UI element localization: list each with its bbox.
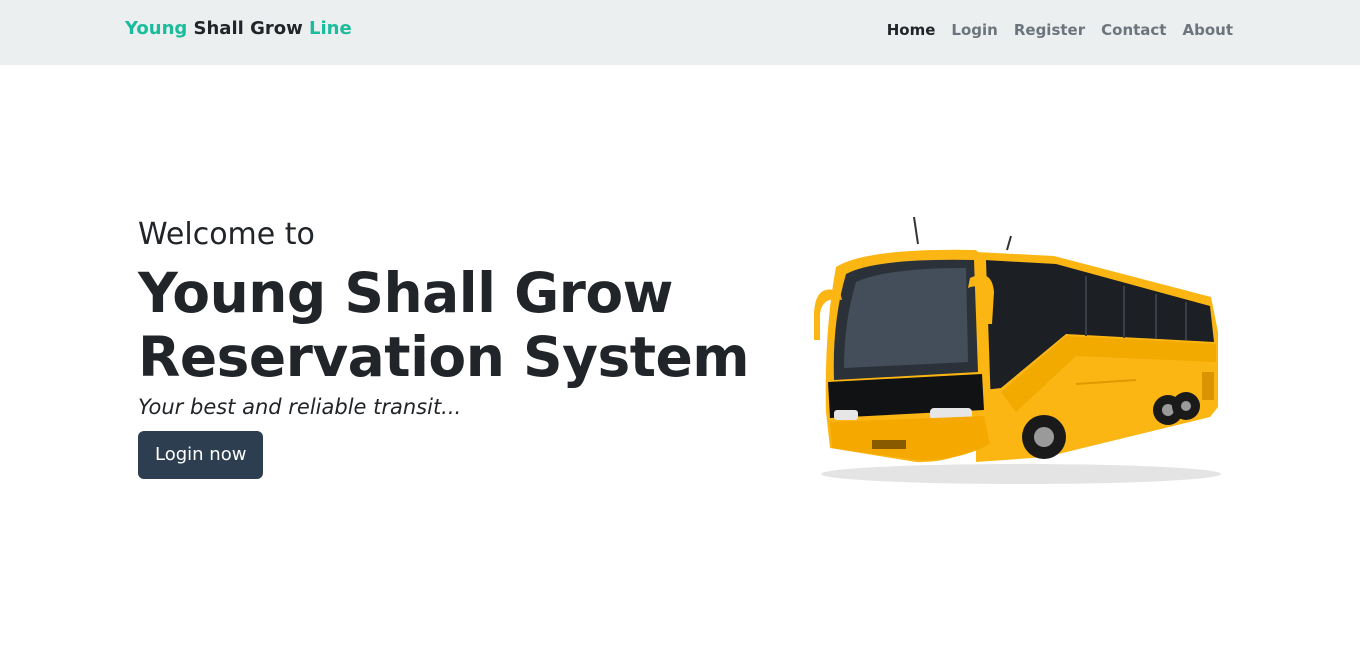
nav-item-about: About: [1182, 20, 1233, 39]
brand-logo[interactable]: Young Shall Grow Line: [125, 18, 352, 39]
brand-part-middle: Shall Grow: [187, 18, 309, 39]
nav-links: Home Login Register Contact About: [887, 20, 1233, 39]
login-now-button[interactable]: Login now: [138, 431, 264, 479]
nav-item-contact: Contact: [1101, 20, 1166, 39]
nav-link-home[interactable]: Home: [887, 21, 936, 39]
navbar: Young Shall Grow Line Home Login Registe…: [0, 0, 1360, 65]
brand-part-young: Young: [125, 18, 188, 39]
nav-item-login: Login: [951, 20, 997, 39]
brand-part-line: Line: [308, 18, 352, 39]
page-title: Young Shall Grow Reservation System: [138, 261, 778, 389]
hero-section: Welcome to Young Shall Grow Reservation …: [138, 217, 778, 479]
nav-link-login[interactable]: Login: [951, 21, 997, 39]
bus-image: [806, 212, 1226, 487]
bus-illustration: [814, 216, 1221, 484]
title-line-1: Young Shall Grow: [138, 261, 674, 325]
nav-item-home: Home: [887, 20, 936, 39]
nav-item-register: Register: [1014, 20, 1085, 39]
nav-link-contact[interactable]: Contact: [1101, 21, 1166, 39]
tagline: Your best and reliable transit...: [138, 395, 462, 419]
title-line-2: Reservation System: [138, 325, 750, 389]
nav-link-about[interactable]: About: [1182, 21, 1233, 39]
welcome-text: Welcome to: [138, 217, 315, 252]
nav-link-register[interactable]: Register: [1014, 21, 1085, 39]
